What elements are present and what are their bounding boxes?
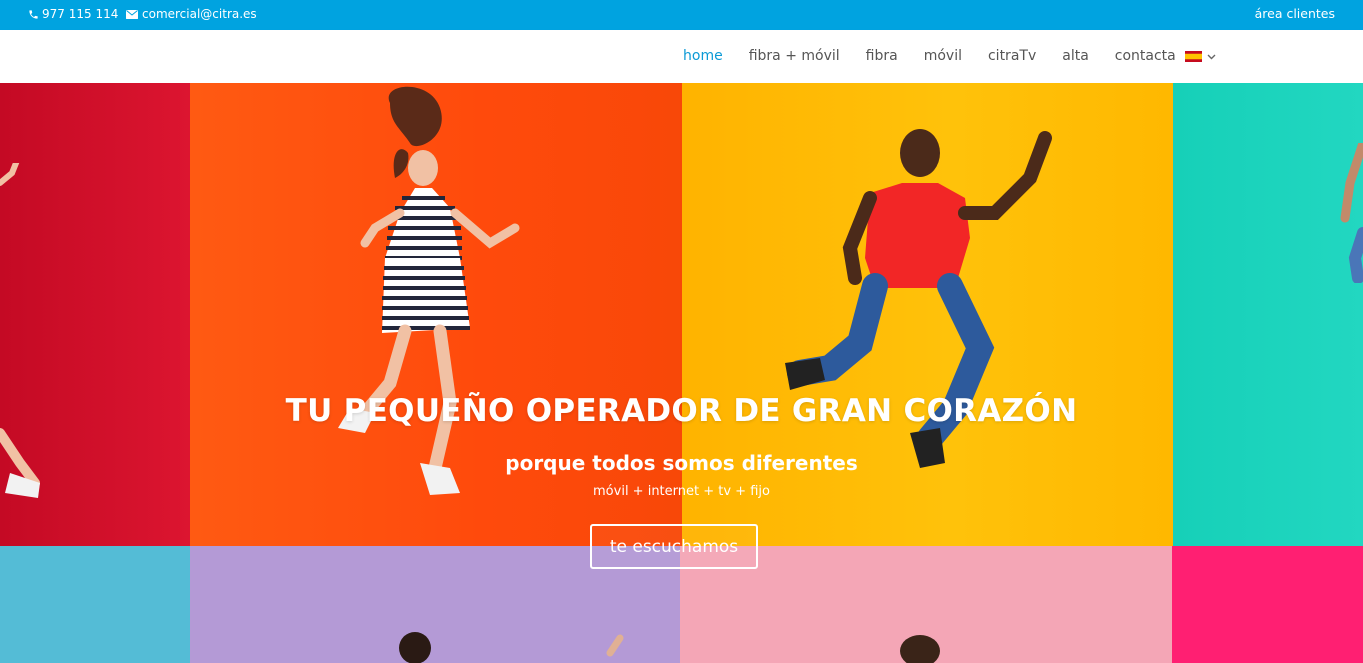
nav-item-contacta[interactable]: contacta: [1115, 48, 1176, 64]
envelope-icon: [126, 9, 138, 19]
nav-item-fibra[interactable]: fibra: [866, 48, 898, 64]
spain-flag-icon: [1185, 51, 1202, 62]
chevron-down-icon: [1207, 54, 1216, 59]
nav-item-movil[interactable]: móvil: [924, 48, 962, 64]
nav-item-home[interactable]: home: [683, 48, 723, 64]
hero-subheadline: porque todos somos diferentes: [505, 451, 858, 475]
nav-menu: home fibra + móvil fibra móvil citraTv a…: [683, 48, 1202, 64]
partial-figure-right-illustration: [1340, 143, 1363, 283]
jumping-woman-illustration: [338, 86, 520, 495]
client-area-link[interactable]: área clientes: [1255, 6, 1335, 21]
nav-item-fibra-movil[interactable]: fibra + móvil: [749, 48, 840, 64]
jumping-man-illustration: [785, 129, 1052, 468]
hero-tagline: móvil + internet + tv + fijo: [593, 484, 770, 499]
hero-panel-sky: [0, 546, 190, 663]
language-selector[interactable]: [1185, 51, 1216, 62]
email-address[interactable]: comercial@citra.es: [142, 7, 257, 21]
nav-item-alta[interactable]: alta: [1062, 48, 1089, 64]
main-navigation: home fibra + móvil fibra móvil citraTv a…: [0, 30, 1363, 83]
email-contact[interactable]: comercial@citra.es: [126, 7, 257, 21]
phone-icon: [29, 9, 38, 19]
top-contact-bar: 977 115 114 comercial@citra.es área clie…: [0, 0, 1363, 30]
phone-contact[interactable]: 977 115 114: [28, 7, 118, 21]
hero-banner: [0, 83, 1363, 663]
phone-number[interactable]: 977 115 114: [42, 7, 118, 21]
partial-figure-bottom-illustration: [399, 632, 940, 663]
hero-headline: TU PEQUEÑO OPERADOR DE GRAN CORAZÓN: [285, 393, 1078, 429]
nav-item-citratv[interactable]: citraTv: [988, 48, 1036, 64]
te-escuchamos-button[interactable]: te escuchamos: [590, 524, 758, 569]
